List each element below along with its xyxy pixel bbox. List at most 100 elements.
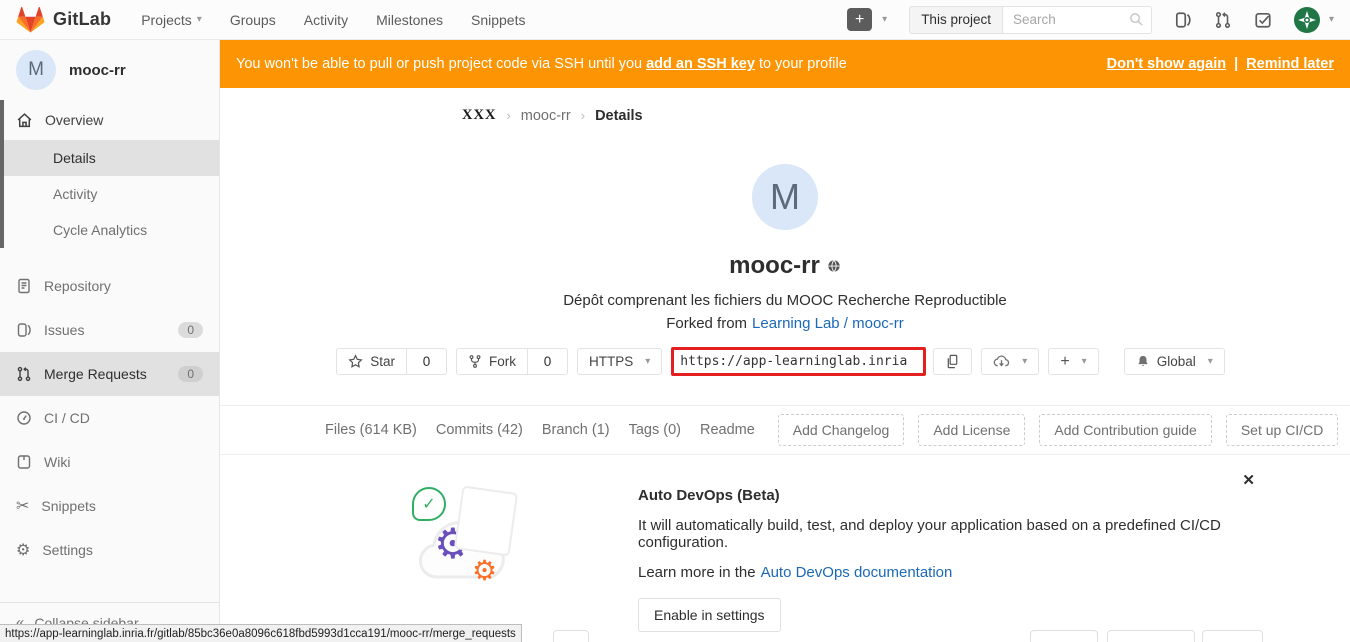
repository-icon xyxy=(16,278,32,294)
add-contribution-guide-button[interactable]: Add Contribution guide xyxy=(1039,414,1211,446)
breadcrumb-separator: › xyxy=(506,108,510,123)
chevron-down-icon: ▾ xyxy=(1329,15,1334,25)
autodevops-doc-link[interactable]: Auto DevOps documentation xyxy=(761,564,953,581)
dont-show-again-link[interactable]: Don't show again xyxy=(1107,56,1226,72)
chevron-down-icon: ▾ xyxy=(1022,357,1027,367)
fork-count[interactable]: 0 xyxy=(528,348,568,375)
autodevops-title: Auto DevOps (Beta) xyxy=(638,487,1278,504)
visibility-globe-icon xyxy=(827,259,841,273)
gear-icon: ⚙ xyxy=(16,542,30,558)
add-ssh-key-link[interactable]: add an SSH key xyxy=(646,56,755,72)
clone-url-input[interactable] xyxy=(671,347,926,376)
project-sidebar: M mooc-rr Overview Details Activity Cycl… xyxy=(0,40,220,642)
add-license-button[interactable]: Add License xyxy=(918,414,1025,446)
wiki-icon xyxy=(16,454,32,470)
project-actions: Star 0 Fork 0 HTTPS ▾ xyxy=(220,347,1350,376)
close-icon[interactable]: ✕ xyxy=(1242,471,1255,489)
chevron-down-icon: ▾ xyxy=(882,15,887,25)
breadcrumb-project[interactable]: mooc-rr xyxy=(521,108,571,124)
sidebar-project-name: mooc-rr xyxy=(69,62,126,79)
chevron-down-icon: ▾ xyxy=(1208,357,1213,367)
stat-readme[interactable]: Readme xyxy=(700,422,755,438)
autodevops-banner: ⚙ ⚙ ✓ Auto DevOps (Beta) It will automat… xyxy=(220,455,1350,642)
notification-dropdown[interactable]: Global ▾ xyxy=(1124,348,1225,375)
search-scope-label: This project xyxy=(909,6,1002,34)
search-group: This project xyxy=(909,6,1152,34)
brand-title: GitLab xyxy=(53,9,111,30)
gear-icon: ⚙ xyxy=(472,557,497,585)
stat-commits[interactable]: Commits (42) xyxy=(436,422,523,438)
scissors-icon: ✂ xyxy=(16,498,29,514)
ssh-warning-text: You won't be able to pull or push projec… xyxy=(236,56,847,72)
nav-activity[interactable]: Activity xyxy=(304,12,348,28)
active-section-indicator xyxy=(0,100,4,248)
forked-from-link[interactable]: Learning Lab / mooc-rr xyxy=(752,315,904,332)
nav-projects[interactable]: Projects▾ xyxy=(141,12,202,28)
add-dropdown[interactable]: + ▾ xyxy=(1048,348,1098,375)
setup-cicd-button[interactable]: Set up CI/CD xyxy=(1226,414,1338,446)
breadcrumb-separator: › xyxy=(581,108,585,123)
main-content: XXX › mooc-rr › Details M mooc-rr Dépôt … xyxy=(220,88,1350,642)
gitlab-brand[interactable]: GitLab xyxy=(16,6,111,34)
stat-tags[interactable]: Tags (0) xyxy=(629,422,681,438)
plus-icon: + xyxy=(847,8,872,31)
remind-later-link[interactable]: Remind later xyxy=(1246,56,1334,72)
sidebar-item-cycle-analytics[interactable]: Cycle Analytics xyxy=(0,212,219,248)
forked-from-line: Forked from Learning Lab / mooc-rr xyxy=(220,315,1350,332)
top-navbar: GitLab Projects▾ Groups Activity Milesto… xyxy=(0,0,1350,40)
user-avatar xyxy=(1294,7,1320,33)
sidebar-item-issues[interactable]: Issues 0 xyxy=(0,308,219,352)
sidebar-item-cicd[interactable]: CI / CD xyxy=(0,396,219,440)
sidebar-item-wiki[interactable]: Wiki xyxy=(0,440,219,484)
breadcrumb-root[interactable]: XXX xyxy=(462,107,496,124)
breadcrumb-page: Details xyxy=(595,108,643,124)
download-dropdown[interactable]: ▾ xyxy=(981,348,1039,375)
project-stats-bar: Files (614 KB) Commits (42) Branch (1) T… xyxy=(220,406,1350,455)
nav-snippets[interactable]: Snippets xyxy=(471,12,525,28)
ssh-warning-banner: You won't be able to pull or push projec… xyxy=(220,40,1350,88)
sidebar-item-settings[interactable]: ⚙ Settings xyxy=(0,528,219,572)
stat-files[interactable]: Files (614 KB) xyxy=(325,422,417,438)
status-bar-url: https://app-learninglab.inria.fr/gitlab/… xyxy=(0,624,522,642)
document-icon xyxy=(454,485,518,556)
nav-milestones[interactable]: Milestones xyxy=(376,12,443,28)
enable-in-settings-button[interactable]: Enable in settings xyxy=(638,598,781,632)
sidebar-item-details[interactable]: Details xyxy=(0,140,219,176)
merge-requests-count-badge: 0 xyxy=(178,366,203,382)
star-button[interactable]: Star xyxy=(336,348,407,375)
chevron-down-icon: ▾ xyxy=(197,15,202,25)
stat-branch[interactable]: Branch (1) xyxy=(542,422,610,438)
toolbar-button-partial[interactable] xyxy=(1030,630,1098,642)
project-description: Dépôt comprenant les fichiers du MOOC Re… xyxy=(220,292,1350,309)
sidebar-item-repository[interactable]: Repository xyxy=(0,264,219,308)
copy-url-button[interactable] xyxy=(933,348,972,375)
nav-groups[interactable]: Groups xyxy=(230,12,276,28)
sidebar-item-snippets[interactable]: ✂ Snippets xyxy=(0,484,219,528)
toolbar-button-partial[interactable] xyxy=(1202,630,1263,642)
project-title: mooc-rr xyxy=(729,252,820,280)
sidebar-project-header[interactable]: M mooc-rr xyxy=(0,40,219,100)
sidebar-item-overview[interactable]: Overview xyxy=(0,100,219,140)
gauge-icon xyxy=(16,410,32,426)
add-changelog-button[interactable]: Add Changelog xyxy=(778,414,905,446)
banner-separator: | xyxy=(1234,56,1238,72)
star-count[interactable]: 0 xyxy=(407,348,447,375)
toolbar-button-partial[interactable] xyxy=(1107,630,1195,642)
fork-button[interactable]: Fork xyxy=(456,348,528,375)
issues-icon xyxy=(16,322,32,338)
new-dropdown-button[interactable]: + ▾ xyxy=(847,8,887,31)
issues-icon[interactable] xyxy=(1174,11,1192,29)
sidebar-item-activity[interactable]: Activity xyxy=(0,176,219,212)
merge-requests-icon[interactable] xyxy=(1214,11,1232,29)
issues-count-badge: 0 xyxy=(178,322,203,338)
search-icon xyxy=(1129,12,1144,27)
autodevops-illustration: ⚙ ⚙ ✓ xyxy=(408,475,528,595)
chevron-down-icon: ▾ xyxy=(1082,357,1087,367)
user-menu[interactable]: ▾ xyxy=(1294,7,1334,33)
protocol-dropdown[interactable]: HTTPS ▾ xyxy=(577,348,662,375)
branch-dropdown-partial[interactable] xyxy=(553,630,589,642)
todos-icon[interactable] xyxy=(1254,11,1272,29)
sidebar-item-merge-requests[interactable]: Merge Requests 0 xyxy=(0,352,219,396)
gitlab-tanuki-icon xyxy=(16,6,45,34)
merge-request-icon xyxy=(16,366,32,382)
